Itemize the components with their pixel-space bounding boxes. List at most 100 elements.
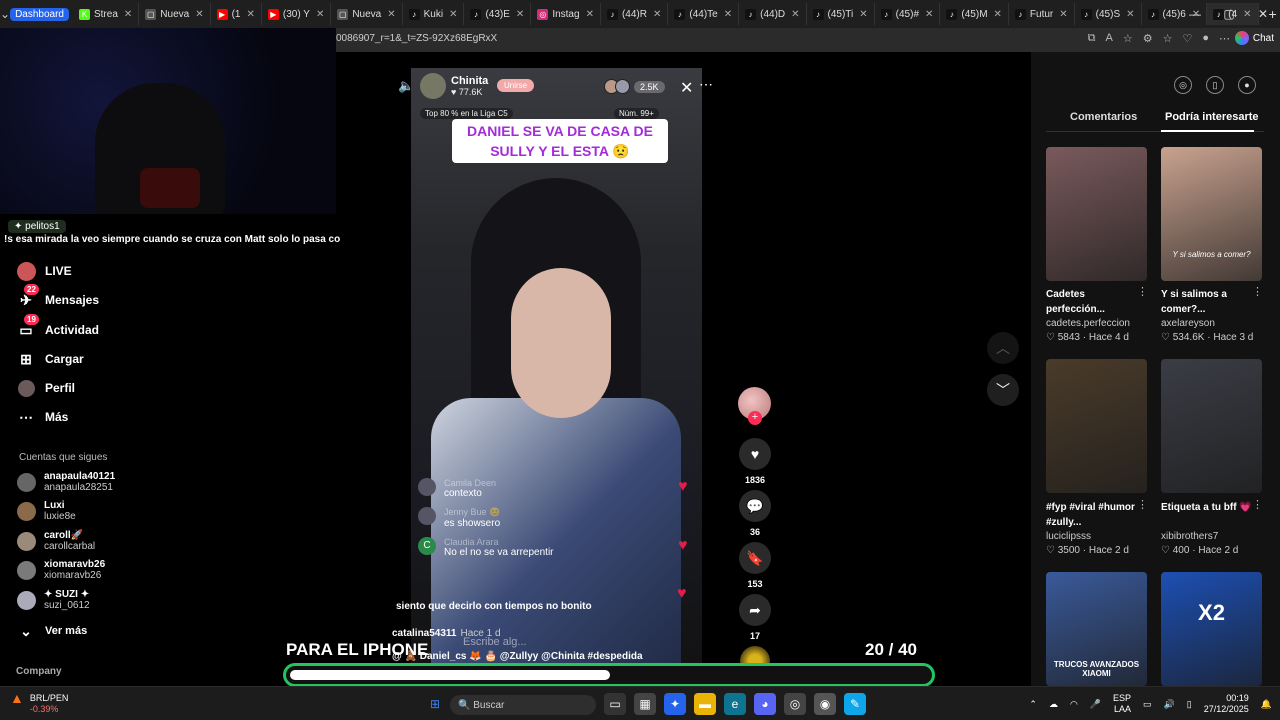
taskbar-search[interactable]: 🔍 Buscar xyxy=(450,695,596,715)
more-options-icon[interactable]: ⋮ xyxy=(1252,498,1263,511)
company-link[interactable]: Company xyxy=(16,666,62,677)
browser-tab[interactable]: ♪ Futur ✕ xyxy=(1009,3,1075,25)
close-window-button[interactable]: ✕ xyxy=(1246,0,1280,28)
browser-tab[interactable]: ▶ (1 ✕ xyxy=(211,3,262,25)
join-button[interactable]: Unirse xyxy=(497,79,535,92)
nav-upload[interactable]: ⊞ Cargar xyxy=(16,349,84,369)
nav-messages[interactable]: ✈ 22 Mensajes xyxy=(16,284,99,310)
menu-dots-icon[interactable]: ⋯ xyxy=(1219,32,1230,45)
league-rank[interactable]: Top 80 % en la Liga C5 xyxy=(420,108,513,119)
clock[interactable]: 00:19 27/12/2025 xyxy=(1204,693,1249,715)
browser-tab[interactable]: ♪ (45)# ✕ xyxy=(875,3,941,25)
browser-tab[interactable]: ♪ (45)S ✕ xyxy=(1075,3,1142,25)
nav-profile[interactable]: Perfil xyxy=(16,378,75,398)
close-tab-icon[interactable]: ✕ xyxy=(925,9,933,20)
more-options-icon[interactable]: ⋯ xyxy=(699,76,713,93)
browser-tab[interactable]: ♪ (45)Ti ✕ xyxy=(807,3,875,25)
save-button[interactable]: 🔖 153 xyxy=(737,542,773,589)
share-icon[interactable]: ⧉ xyxy=(1088,32,1096,45)
url-text[interactable]: 0086907_r=1&_t=ZS-92Xz68EgRxX xyxy=(336,33,497,44)
close-tab-icon[interactable]: ✕ xyxy=(195,9,203,20)
card-title[interactable]: Etiqueta a tu bff 💗 xyxy=(1161,500,1253,515)
cloud-icon[interactable]: ☁ xyxy=(1049,699,1058,710)
rank-number[interactable]: Núm. 99+ xyxy=(614,108,659,119)
dashboard-chip[interactable]: Dashboard xyxy=(10,7,69,21)
windows-start-icon[interactable]: ⊞ xyxy=(424,693,446,715)
discord-icon[interactable]: ◕ xyxy=(754,693,776,715)
store-icon[interactable]: ▦ xyxy=(634,693,656,715)
maximize-button[interactable]: ▢ xyxy=(1212,0,1246,28)
post-tags[interactable]: @ 🧸 Daniel_cs 🦊 🎂 @Zullyy @Chinita #desp… xyxy=(392,651,643,662)
card-user[interactable]: xibibrothers7 xyxy=(1161,531,1218,542)
copilot-chat-button[interactable]: Chat xyxy=(1234,31,1274,45)
network-icon[interactable]: ▭ xyxy=(1143,699,1152,710)
app-icon[interactable]: ◎ xyxy=(784,693,806,715)
stock-widget[interactable]: ▲ BRL/PEN -0.39% xyxy=(10,691,68,715)
favorite-icon[interactable]: ☆ xyxy=(1123,32,1133,45)
comment-input[interactable]: Escribe alg... xyxy=(463,636,527,648)
card-user[interactable]: luciclipsss xyxy=(1046,531,1091,542)
card-user[interactable]: cadetes.perfeccion xyxy=(1046,318,1130,329)
tab-comments[interactable]: Comentarios xyxy=(1070,111,1137,123)
following-item[interactable]: xiomaravb26 xiomaravb26 xyxy=(17,559,105,581)
task-view-icon[interactable]: ▭ xyxy=(604,693,626,715)
follow-plus-icon[interactable]: + xyxy=(748,411,762,425)
video-thumbnail[interactable] xyxy=(1046,147,1147,281)
editor-icon[interactable]: ✎ xyxy=(844,693,866,715)
video-thumbnail[interactable] xyxy=(1161,359,1262,493)
video-thumbnail[interactable] xyxy=(1046,359,1147,493)
following-item[interactable]: caroll🚀 carollcarbal xyxy=(17,530,95,552)
stream-host[interactable]: Chinita ♥ 77.6K xyxy=(420,73,488,99)
close-tab-icon[interactable]: ✕ xyxy=(653,9,661,20)
video-thumbnail[interactable]: Y si salimos a comer? xyxy=(1161,147,1262,281)
close-tab-icon[interactable]: ✕ xyxy=(791,9,799,20)
close-tab-icon[interactable]: ✕ xyxy=(246,9,254,20)
more-options-icon[interactable]: ⋮ xyxy=(1137,498,1148,511)
translate-icon[interactable]: A xyxy=(1106,32,1113,45)
card-title[interactable]: Cadetes perfección... xyxy=(1046,287,1138,317)
browser-tab[interactable]: ♪ Kuki ✕ xyxy=(403,3,465,25)
browser-tab[interactable]: ♪ (44)D ✕ xyxy=(739,3,807,25)
device-icon[interactable]: ▯ xyxy=(1206,76,1224,94)
video-thumbnail[interactable]: X2 xyxy=(1161,572,1262,686)
viewer-count[interactable]: 2.5K xyxy=(604,79,665,94)
notifications-icon[interactable]: 🔔 xyxy=(1261,699,1272,710)
close-tab-icon[interactable]: ✕ xyxy=(387,9,395,20)
battery-icon[interactable]: ▯ xyxy=(1187,699,1192,710)
card-user[interactable]: axelareyson xyxy=(1161,318,1215,329)
next-video-button[interactable]: ﹀ xyxy=(987,374,1019,406)
card-title[interactable]: Y si salimos a comer?... xyxy=(1161,287,1253,317)
browser-tab[interactable]: ▢ Nueva ✕ xyxy=(331,3,403,25)
close-tab-icon[interactable]: ✕ xyxy=(449,9,457,20)
close-tab-icon[interactable]: ✕ xyxy=(1126,9,1134,20)
close-tab-icon[interactable]: ✕ xyxy=(724,9,732,20)
browser-tab[interactable]: ◎ Instag ✕ xyxy=(531,3,601,25)
settings-icon[interactable]: ◎ xyxy=(1174,76,1192,94)
card-title[interactable]: #fyp #viral #humor #zully... xyxy=(1046,500,1138,530)
close-icon[interactable]: ✕ xyxy=(680,78,693,98)
following-item[interactable]: anapaula40121 anapaula28251 xyxy=(17,471,115,493)
favorites-icon[interactable]: ☆ xyxy=(1163,32,1173,45)
video-thumbnail[interactable]: TRUCOS AVANZADOS XIAOMI xyxy=(1046,572,1147,686)
tab-interesting[interactable]: Podría interesarte xyxy=(1165,111,1259,123)
close-tab-icon[interactable]: ✕ xyxy=(124,9,132,20)
close-tab-icon[interactable]: ✕ xyxy=(859,9,867,20)
browser-tab[interactable]: ♪ (45)M ✕ xyxy=(940,3,1009,25)
following-item[interactable]: Luxi luxie8e xyxy=(17,500,76,522)
browser-tab[interactable]: K Strea ✕ xyxy=(73,3,140,25)
close-tab-icon[interactable]: ✕ xyxy=(516,9,524,20)
see-more-link[interactable]: ⌄ Ver más xyxy=(16,621,87,641)
shield-icon[interactable]: ♡ xyxy=(1182,32,1192,45)
following-item[interactable]: ✦ SUZI ✦ suzi_0612 xyxy=(17,589,90,611)
minimize-button[interactable]: — xyxy=(1178,0,1212,28)
wifi-icon[interactable]: ◠ xyxy=(1070,699,1078,710)
browser-tab[interactable]: ▶ (30) Y ✕ xyxy=(262,3,332,25)
profile-icon[interactable]: ● xyxy=(1202,32,1209,45)
avatar[interactable]: ● xyxy=(1238,76,1256,94)
previous-video-button[interactable]: ︿ xyxy=(987,332,1019,364)
close-tab-icon[interactable]: ✕ xyxy=(586,9,594,20)
like-button[interactable]: ♥ 1836 xyxy=(737,438,773,485)
language-indicator[interactable]: ESP LAA xyxy=(1113,693,1131,715)
browser-tab[interactable]: ♪ (43)E ✕ xyxy=(464,3,532,25)
close-tab-icon[interactable]: ✕ xyxy=(1059,9,1067,20)
